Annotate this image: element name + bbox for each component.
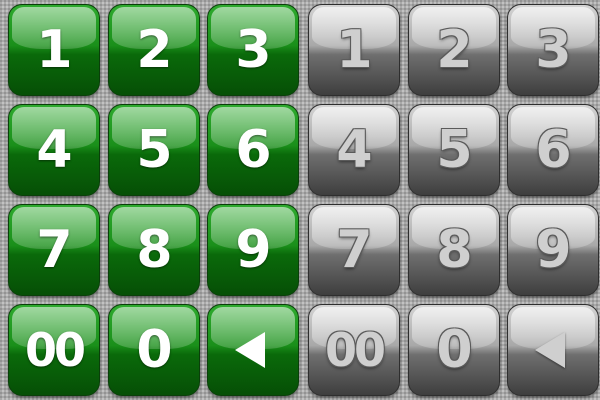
gray-key-0[interactable]: 0 bbox=[408, 304, 500, 396]
gray-key-backspace[interactable] bbox=[507, 304, 599, 396]
key-label: 3 bbox=[535, 20, 571, 80]
key-label: 1 bbox=[336, 20, 372, 80]
key-label: 8 bbox=[436, 220, 472, 280]
key-label: 00 bbox=[24, 323, 86, 377]
key-label: 7 bbox=[336, 220, 372, 280]
gray-key-7[interactable]: 7 bbox=[308, 204, 400, 296]
key-label: 2 bbox=[136, 20, 172, 80]
gray-key-8[interactable]: 8 bbox=[408, 204, 500, 296]
gray-key-5[interactable]: 5 bbox=[408, 104, 500, 196]
green-key-9[interactable]: 9 bbox=[207, 204, 299, 296]
green-key-7[interactable]: 7 bbox=[8, 204, 100, 296]
key-label: 6 bbox=[535, 120, 571, 180]
green-key-00[interactable]: 00 bbox=[8, 304, 100, 396]
key-label: 0 bbox=[136, 320, 172, 380]
gray-key-3[interactable]: 3 bbox=[507, 4, 599, 96]
key-label: 7 bbox=[36, 220, 72, 280]
backspace-triangle-left-icon bbox=[535, 332, 565, 368]
green-key-6[interactable]: 6 bbox=[207, 104, 299, 196]
key-label: 4 bbox=[36, 120, 72, 180]
key-label: 8 bbox=[136, 220, 172, 280]
green-key-1[interactable]: 1 bbox=[8, 4, 100, 96]
key-label: 6 bbox=[235, 120, 271, 180]
key-label: 2 bbox=[436, 20, 472, 80]
green-key-2[interactable]: 2 bbox=[108, 4, 200, 96]
gray-key-2[interactable]: 2 bbox=[408, 4, 500, 96]
green-keypad: 1 2 3 4 5 6 7 8 9 00 0 bbox=[0, 0, 300, 400]
green-key-8[interactable]: 8 bbox=[108, 204, 200, 296]
backspace-triangle-left-icon bbox=[235, 332, 265, 368]
key-label: 0 bbox=[436, 320, 472, 380]
key-label: 9 bbox=[235, 220, 271, 280]
gray-key-4[interactable]: 4 bbox=[308, 104, 400, 196]
key-label: 3 bbox=[235, 20, 271, 80]
gray-key-00[interactable]: 00 bbox=[308, 304, 400, 396]
gray-key-1[interactable]: 1 bbox=[308, 4, 400, 96]
key-label: 5 bbox=[136, 120, 172, 180]
gray-key-9[interactable]: 9 bbox=[507, 204, 599, 296]
gray-keypad: 1 2 3 4 5 6 7 8 9 00 0 bbox=[300, 0, 600, 400]
green-key-5[interactable]: 5 bbox=[108, 104, 200, 196]
gray-key-6[interactable]: 6 bbox=[507, 104, 599, 196]
green-key-backspace[interactable] bbox=[207, 304, 299, 396]
key-label: 9 bbox=[535, 220, 571, 280]
key-label: 5 bbox=[436, 120, 472, 180]
key-label: 1 bbox=[36, 20, 72, 80]
key-label: 00 bbox=[324, 323, 386, 377]
key-label: 4 bbox=[336, 120, 372, 180]
green-key-0[interactable]: 0 bbox=[108, 304, 200, 396]
green-key-4[interactable]: 4 bbox=[8, 104, 100, 196]
green-key-3[interactable]: 3 bbox=[207, 4, 299, 96]
